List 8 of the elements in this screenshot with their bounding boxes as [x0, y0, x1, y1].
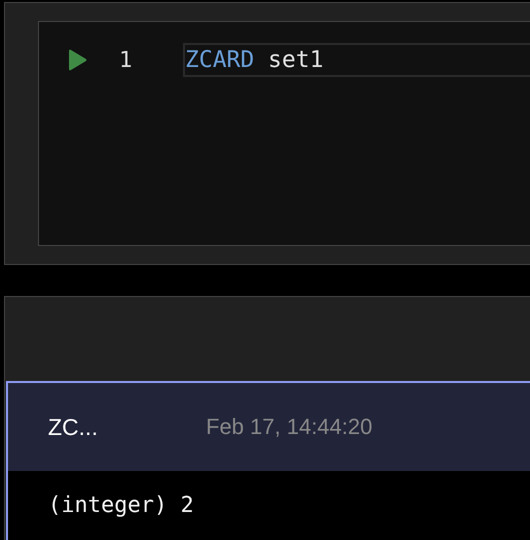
result-card[interactable]: ZC... Feb 17, 14:44:20 (integer) 2	[6, 381, 530, 540]
timestamp: Feb 17, 14:44:20	[206, 414, 372, 440]
code-line[interactable]: ZCARD set1	[183, 43, 530, 77]
command-label: ZC...	[48, 414, 99, 440]
result-output: (integer) 2	[47, 492, 195, 518]
play-icon[interactable]	[67, 48, 87, 72]
code-editor[interactable]: 1 ZCARD set1	[38, 21, 530, 246]
line-number: 1	[119, 48, 134, 72]
